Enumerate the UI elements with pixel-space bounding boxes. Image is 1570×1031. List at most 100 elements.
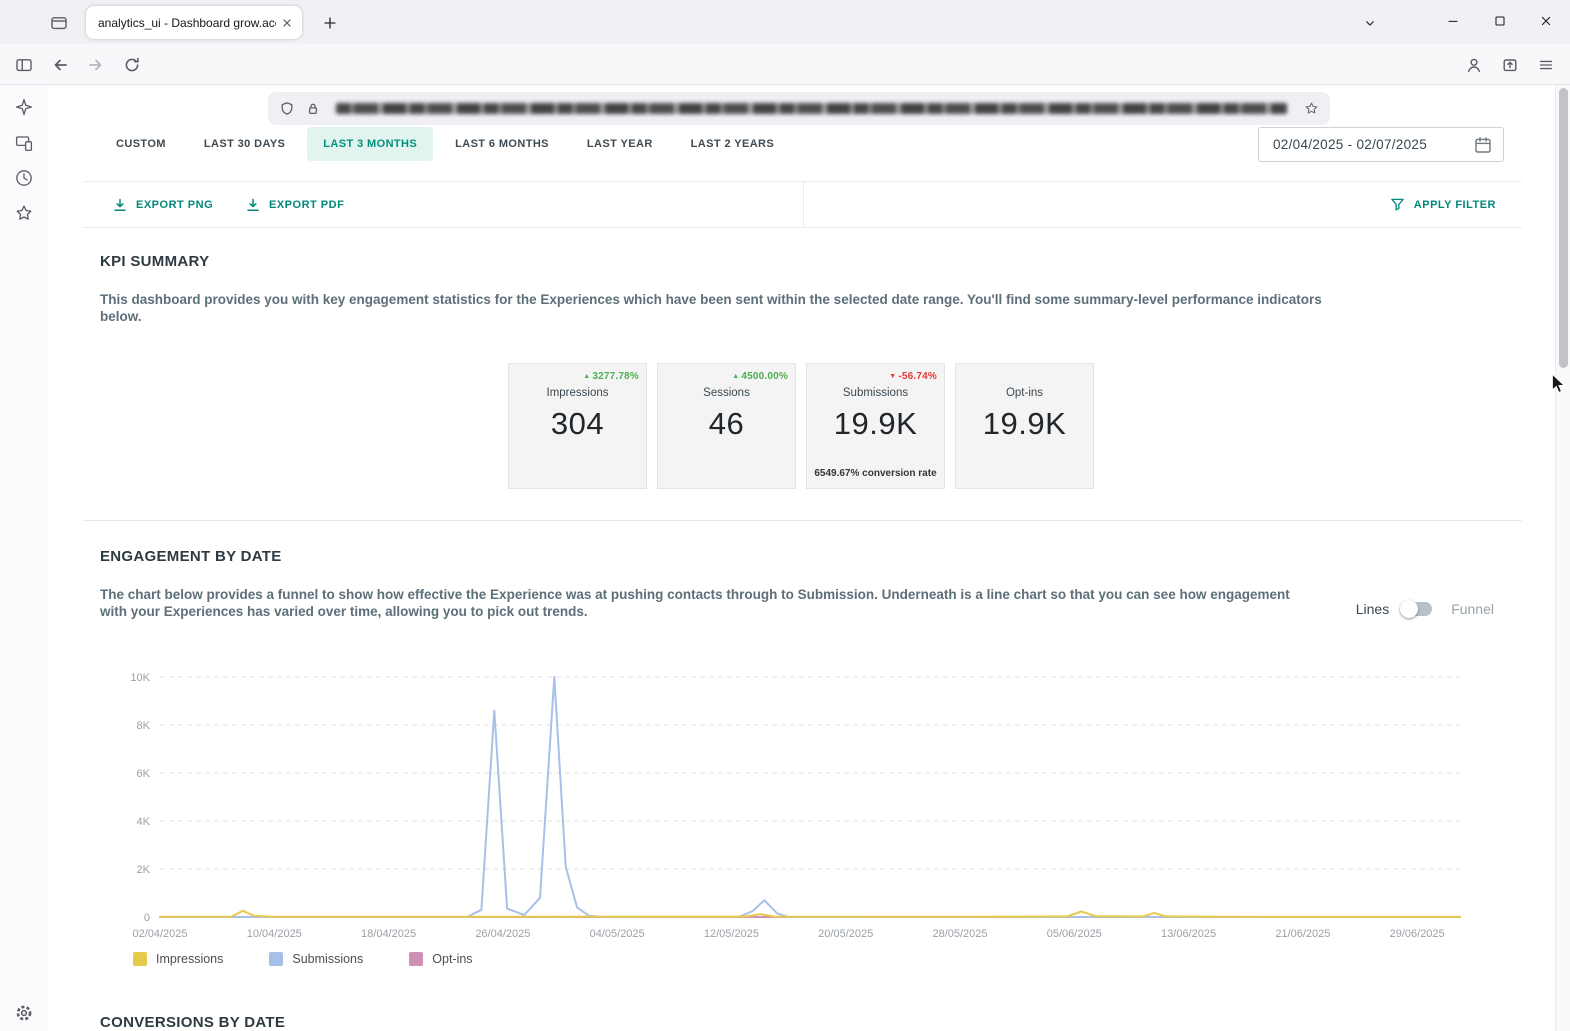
filter-tab-last-6-months[interactable]: LAST 6 MONTHS	[439, 127, 565, 161]
kpi-footnote: 6549.67% conversion rate	[807, 468, 944, 479]
library-save-icon[interactable]	[1496, 52, 1524, 78]
synced-tabs-icon[interactable]	[13, 132, 35, 154]
kpi-card-impressions: ▲3277.78% Impressions 304	[508, 363, 647, 489]
svg-text:20/05/2025: 20/05/2025	[818, 928, 873, 940]
kpi-value: 304	[509, 406, 646, 442]
legend-swatch	[269, 952, 283, 966]
legend-item-submissions[interactable]: Submissions	[269, 952, 363, 966]
engagement-chart: 02K4K6K8K10K02/04/202510/04/202518/04/20…	[120, 660, 1510, 960]
download-icon	[246, 198, 260, 212]
sidebar-toggle-icon[interactable]	[10, 52, 38, 78]
filter-tab-custom[interactable]: CUSTOM	[100, 127, 182, 161]
kpi-label: Impressions	[509, 387, 646, 399]
page-scrollbar[interactable]	[1555, 85, 1570, 1031]
scrollbar-thumb[interactable]	[1559, 88, 1568, 368]
kpi-value: 19.9K	[807, 406, 944, 442]
kpi-change-indicator: ▼-56.74%	[889, 371, 937, 382]
svg-text:21/06/2025: 21/06/2025	[1275, 928, 1330, 940]
svg-text:10K: 10K	[130, 672, 150, 684]
browser-tab[interactable]: analytics_ui - Dashboard grow.acco	[86, 6, 302, 39]
kpi-label: Sessions	[658, 387, 795, 399]
svg-text:26/04/2025: 26/04/2025	[475, 928, 530, 940]
svg-text:05/06/2025: 05/06/2025	[1047, 928, 1102, 940]
browser-tab-bar: analytics_ui - Dashboard grow.acco	[0, 0, 1570, 44]
export-pdf-button[interactable]: EXPORT PDF	[246, 182, 344, 227]
tab-list-chevron-icon[interactable]	[1356, 9, 1384, 37]
kpi-label: Submissions	[807, 387, 944, 399]
svg-text:0: 0	[144, 912, 150, 924]
mouse-cursor	[1552, 374, 1567, 395]
window-close-button[interactable]	[1523, 2, 1569, 40]
settings-gear-icon[interactable]	[13, 1002, 35, 1024]
conversions-title: CONVERSIONS BY DATE	[100, 1014, 285, 1031]
toggle-label-lines[interactable]: Lines	[1356, 601, 1389, 617]
menu-hamburger-icon[interactable]	[1532, 52, 1560, 78]
funnel-filter-icon	[1390, 197, 1405, 212]
kpi-label: Opt-ins	[956, 387, 1093, 399]
engagement-description: The chart below provides a funnel to sho…	[100, 587, 1312, 620]
engagement-title: ENGAGEMENT BY DATE	[100, 548, 282, 565]
legend-label: Submissions	[292, 952, 363, 966]
kpi-cards-row: ▲3277.78% Impressions 304 ▲4500.00% Sessions…	[508, 363, 1094, 489]
reload-icon[interactable]	[118, 52, 146, 78]
engagement-line-chart: 02K4K6K8K10K02/04/202510/04/202518/04/20…	[120, 660, 1510, 960]
date-range-input[interactable]: 02/04/2025 - 02/07/2025	[1258, 127, 1504, 162]
legend-swatch	[409, 952, 423, 966]
svg-text:28/05/2025: 28/05/2025	[932, 928, 987, 940]
apply-filter-button[interactable]: APPLY FILTER	[1390, 182, 1496, 227]
tracking-shield-icon[interactable]	[278, 100, 296, 118]
forward-icon[interactable]	[82, 52, 110, 78]
svg-text:8K: 8K	[137, 720, 151, 732]
calendar-icon[interactable]	[1474, 136, 1492, 154]
switch-knob	[1400, 600, 1418, 618]
export-png-label: EXPORT PNG	[136, 199, 213, 211]
date-range-value: 02/04/2025 - 02/07/2025	[1273, 137, 1427, 152]
lock-icon[interactable]	[304, 100, 322, 118]
download-icon	[113, 198, 127, 212]
bookmark-star-icon[interactable]	[1303, 100, 1320, 117]
svg-text:2K: 2K	[137, 864, 151, 876]
account-icon[interactable]	[1460, 52, 1488, 78]
toggle-label-funnel[interactable]: Funnel	[1451, 601, 1494, 617]
svg-text:18/04/2025: 18/04/2025	[361, 928, 416, 940]
svg-text:12/05/2025: 12/05/2025	[704, 928, 759, 940]
sparkle-ai-icon[interactable]	[13, 96, 35, 118]
svg-text:13/06/2025: 13/06/2025	[1161, 928, 1216, 940]
filter-tab-last-year[interactable]: LAST YEAR	[571, 127, 669, 161]
chart-legend: Impressions Submissions Opt-ins	[133, 952, 473, 966]
filter-tab-last-3-months[interactable]: LAST 3 MONTHS	[307, 127, 433, 161]
window-maximize-button[interactable]	[1477, 2, 1523, 40]
back-icon[interactable]	[46, 52, 74, 78]
legend-item-opt-ins[interactable]: Opt-ins	[409, 952, 472, 966]
lines-funnel-switch[interactable]	[1402, 602, 1432, 616]
bookmarks-star-icon[interactable]	[13, 202, 35, 224]
svg-text:29/06/2025: 29/06/2025	[1390, 928, 1445, 940]
firefox-view-icon[interactable]	[46, 10, 72, 36]
kpi-change-indicator: ▲3277.78%	[583, 371, 639, 382]
window-minimize-button[interactable]	[1430, 2, 1476, 40]
kpi-card-sessions: ▲4500.00% Sessions 46	[657, 363, 796, 489]
kpi-value: 46	[658, 406, 795, 442]
date-range-filter-tabs: CUSTOMLAST 30 DAYSLAST 3 MONTHSLAST 6 MO…	[100, 127, 790, 161]
browser-sidebar	[0, 85, 48, 1031]
new-tab-button[interactable]	[316, 9, 344, 37]
filter-tab-last-30-days[interactable]: LAST 30 DAYS	[188, 127, 301, 161]
kpi-card-submissions: ▼-56.74% Submissions 19.9K 6549.67% convers…	[806, 363, 945, 489]
svg-text:04/05/2025: 04/05/2025	[590, 928, 645, 940]
kpi-summary-title: KPI SUMMARY	[100, 253, 209, 270]
kpi-summary-description: This dashboard provides you with key eng…	[100, 292, 1322, 325]
legend-label: Impressions	[156, 952, 223, 966]
kpi-change-indicator: ▲4500.00%	[732, 371, 788, 382]
svg-text:4K: 4K	[137, 816, 151, 828]
filter-tab-last-2-years[interactable]: LAST 2 YEARS	[675, 127, 790, 161]
tab-close-icon[interactable]	[280, 16, 294, 30]
chart-mode-toggle: Lines Funnel	[1356, 601, 1494, 617]
history-clock-icon[interactable]	[13, 167, 35, 189]
apply-filter-label: APPLY FILTER	[1414, 199, 1496, 211]
export-png-button[interactable]: EXPORT PNG	[113, 182, 213, 227]
url-bar[interactable]	[268, 92, 1330, 125]
export-toolbar: EXPORT PNG EXPORT PDF APPLY FILTER	[83, 181, 1522, 228]
kpi-value: 19.9K	[956, 406, 1093, 442]
export-pdf-label: EXPORT PDF	[269, 199, 344, 211]
legend-item-impressions[interactable]: Impressions	[133, 952, 223, 966]
